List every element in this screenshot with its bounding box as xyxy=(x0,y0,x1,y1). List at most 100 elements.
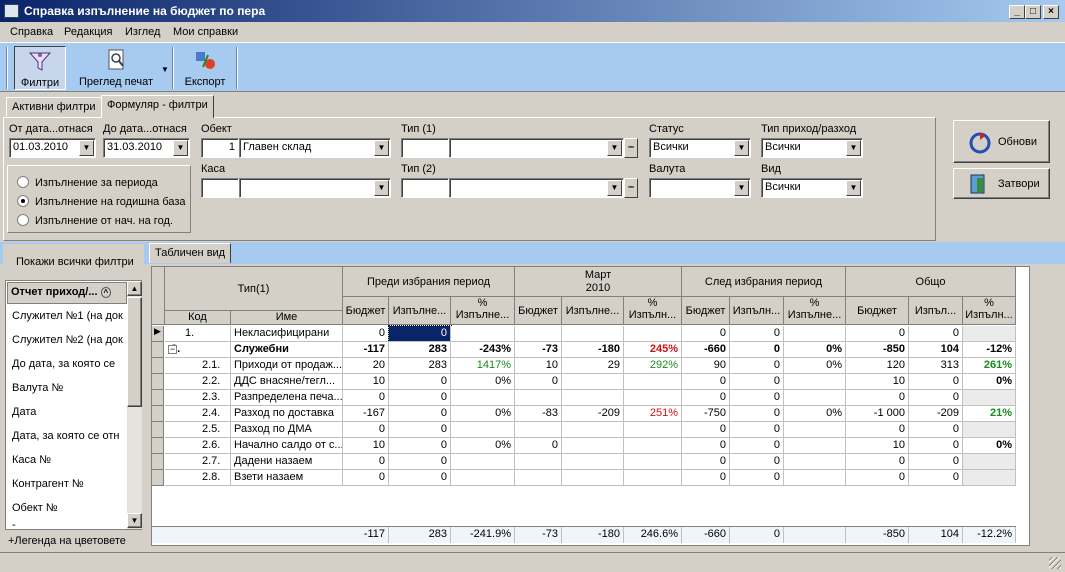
object-name-field[interactable]: Главен склад ▼ xyxy=(239,138,391,158)
tab-form-filters[interactable]: Формуляр - филтри xyxy=(101,95,214,118)
row-indicator[interactable] xyxy=(152,390,164,406)
value-cell[interactable]: 0 xyxy=(389,390,451,406)
menu-my-reports[interactable]: Мои справки xyxy=(173,26,238,38)
dropdown-arrow-icon[interactable]: ▼ xyxy=(79,140,94,156)
value-column-header[interactable]: % Изпълне... xyxy=(784,297,846,325)
value-cell[interactable]: 0 xyxy=(389,406,451,422)
value-cell[interactable]: 0 xyxy=(389,454,451,470)
name-cell[interactable]: Служебни xyxy=(231,342,343,358)
value-cell[interactable]: 0 xyxy=(343,422,389,438)
value-cell[interactable] xyxy=(963,326,1016,342)
value-cell[interactable]: 0 xyxy=(343,390,389,406)
value-cell[interactable]: 0 xyxy=(909,390,963,406)
radio-circle[interactable] xyxy=(17,176,29,188)
list-item[interactable]: Дата, за която се отн xyxy=(12,430,124,442)
value-cell[interactable]: 0 xyxy=(846,422,909,438)
value-cell[interactable] xyxy=(562,326,624,342)
kind-select[interactable]: Всички ▼ xyxy=(761,178,863,198)
value-cell[interactable] xyxy=(624,438,682,454)
radio-period[interactable]: Изпълнение за периода xyxy=(17,176,158,189)
value-cell[interactable] xyxy=(451,390,515,406)
value-cell[interactable]: -180 xyxy=(562,342,624,358)
code-cell[interactable]: 2.2. xyxy=(165,374,231,390)
value-cell[interactable]: 0% xyxy=(963,374,1016,390)
value-cell[interactable]: 0 xyxy=(909,470,963,486)
value-cell[interactable] xyxy=(562,454,624,470)
row-indicator[interactable] xyxy=(152,422,164,438)
value-cell[interactable] xyxy=(562,390,624,406)
value-cell[interactable]: 245% xyxy=(624,342,682,358)
name-cell[interactable]: Разход по доставка xyxy=(231,406,343,422)
value-cell[interactable] xyxy=(562,422,624,438)
tab-table-view[interactable]: Табличен вид xyxy=(149,243,232,263)
value-cell[interactable]: 0 xyxy=(730,342,784,358)
value-cell[interactable]: 0 xyxy=(389,470,451,486)
value-cell[interactable]: 283 xyxy=(389,358,451,374)
value-cell[interactable]: 0 xyxy=(682,422,730,438)
currency-select[interactable]: ▼ xyxy=(649,178,751,198)
name-cell[interactable]: Разход по ДМА xyxy=(231,422,343,438)
value-cell[interactable]: 0 xyxy=(909,438,963,454)
value-cell[interactable]: 120 xyxy=(846,358,909,374)
value-cell[interactable]: 0 xyxy=(730,422,784,438)
show-all-filters-link[interactable]: Покажи всички филтри xyxy=(16,256,134,268)
value-cell[interactable] xyxy=(515,422,562,438)
value-cell[interactable]: 0 xyxy=(515,438,562,454)
dropdown-arrow-icon[interactable]: ▼ xyxy=(734,140,749,156)
color-legend-toggle[interactable]: +Легенда на цветовете xyxy=(8,535,126,547)
code-cell[interactable]: 2.5. xyxy=(165,422,231,438)
chevron-down-icon[interactable]: ▼ xyxy=(161,65,169,74)
list-item[interactable]: Валута № xyxy=(12,382,124,394)
list-item[interactable]: Контрагент № xyxy=(12,478,124,490)
name-cell[interactable]: Взети назаем xyxy=(231,470,343,486)
value-cell[interactable]: 1417% xyxy=(451,358,515,374)
dropdown-arrow-icon[interactable]: ▼ xyxy=(173,140,188,156)
maximize-button[interactable]: □ xyxy=(1025,5,1041,19)
row-indicator[interactable] xyxy=(152,358,164,374)
value-cell[interactable] xyxy=(624,422,682,438)
value-cell[interactable]: 0 xyxy=(846,454,909,470)
value-cell[interactable] xyxy=(784,374,846,390)
menu-edit[interactable]: Редакция xyxy=(64,26,112,38)
list-item[interactable]: - xyxy=(12,519,124,531)
radio-circle[interactable] xyxy=(17,195,29,207)
value-cell[interactable]: 0% xyxy=(963,438,1016,454)
value-cell[interactable]: 10 xyxy=(343,374,389,390)
menu-report[interactable]: Справка xyxy=(10,26,53,38)
value-cell[interactable] xyxy=(963,470,1016,486)
list-header[interactable]: Отчет приход/... ^ xyxy=(7,282,127,304)
value-column-header[interactable]: Изпълн... xyxy=(730,297,784,325)
value-cell[interactable]: 313 xyxy=(909,358,963,374)
value-cell[interactable]: 0 xyxy=(389,422,451,438)
code-cell[interactable]: 1. xyxy=(165,326,231,342)
value-cell[interactable] xyxy=(624,470,682,486)
row-indicator[interactable] xyxy=(152,406,164,422)
type2-code-field[interactable] xyxy=(401,178,449,198)
value-cell[interactable]: 0 xyxy=(909,326,963,342)
value-cell[interactable]: 0 xyxy=(389,374,451,390)
value-cell[interactable]: 0% xyxy=(784,342,846,358)
value-cell[interactable] xyxy=(624,454,682,470)
resize-grip-icon[interactable] xyxy=(1049,557,1061,569)
code-cell[interactable]: 2.7. xyxy=(165,454,231,470)
value-cell[interactable]: 0 xyxy=(730,358,784,374)
value-cell[interactable]: -83 xyxy=(515,406,562,422)
row-indicator[interactable] xyxy=(152,374,164,390)
value-column-header[interactable]: Бюджет xyxy=(846,297,909,325)
collapse-node-icon[interactable]: − xyxy=(168,345,177,354)
value-cell[interactable]: 0 xyxy=(846,470,909,486)
filters-button[interactable]: Филтри xyxy=(14,46,66,90)
value-cell[interactable]: 0 xyxy=(730,470,784,486)
value-cell[interactable]: -1 000 xyxy=(846,406,909,422)
code-cell[interactable]: 2.4. xyxy=(165,406,231,422)
value-cell[interactable] xyxy=(784,438,846,454)
cash-code-field[interactable] xyxy=(201,178,239,198)
code-cell[interactable]: 2.1. xyxy=(165,358,231,374)
value-column-header[interactable]: Изпъл... xyxy=(909,297,963,325)
to-date-field[interactable]: 31.03.2010 ▼ xyxy=(103,138,190,158)
from-date-field[interactable]: 01.03.2010 ▼ xyxy=(9,138,96,158)
value-cell[interactable]: -850 xyxy=(846,342,909,358)
list-item[interactable]: Каса № xyxy=(12,454,124,466)
list-item[interactable]: Служител №2 (на док. xyxy=(12,334,124,346)
value-cell[interactable] xyxy=(515,454,562,470)
